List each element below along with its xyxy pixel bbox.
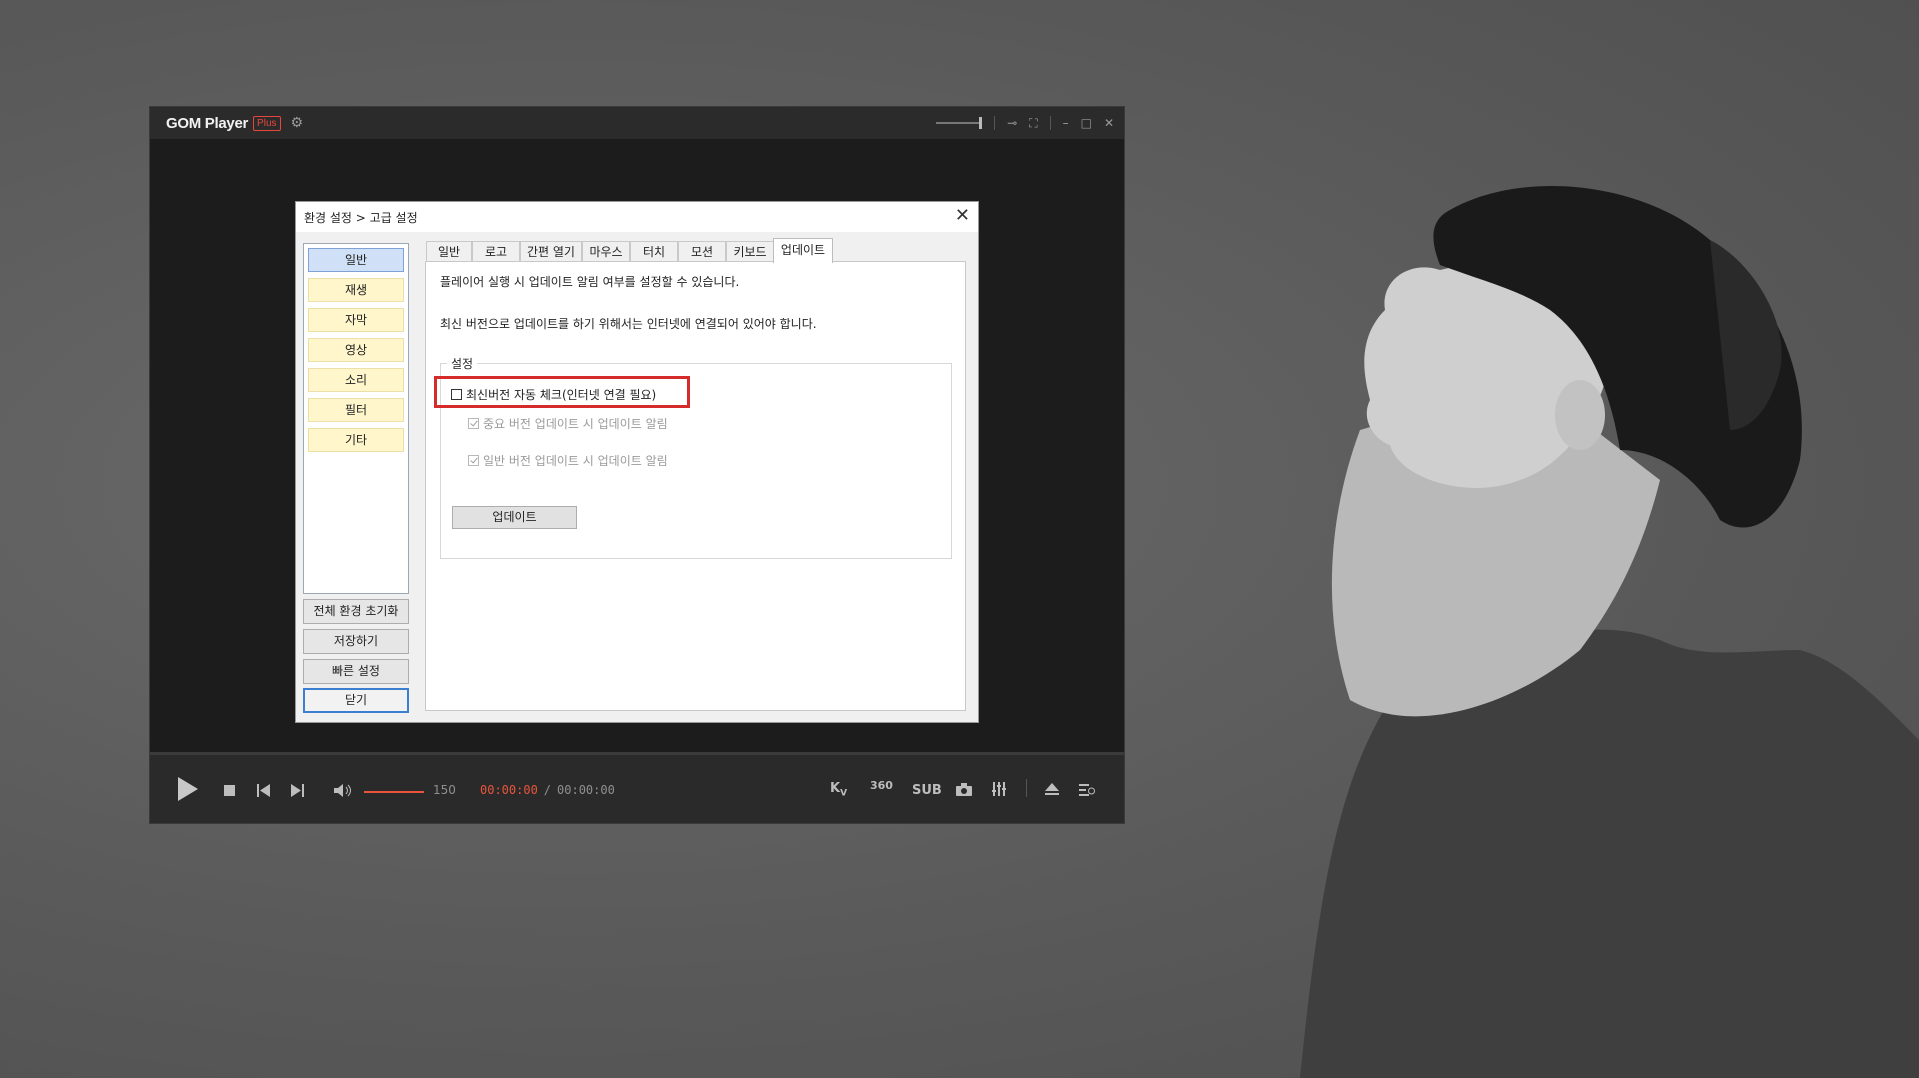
kv-icon[interactable]: KV bbox=[830, 781, 847, 799]
tab-update[interactable]: 업데이트 bbox=[773, 238, 833, 263]
reset-all-button[interactable]: 전체 환경 초기화 bbox=[303, 599, 409, 624]
category-playback[interactable]: 재생 bbox=[308, 278, 404, 302]
advanced-settings-dialog: 환경 설정 > 고급 설정 ✕ 일반 재생 자막 영상 소리 필터 기타 전체 … bbox=[295, 201, 979, 723]
important-update-checkbox[interactable] bbox=[468, 418, 479, 429]
previous-icon[interactable] bbox=[257, 784, 270, 797]
settings-category-list: 일반 재생 자막 영상 소리 필터 기타 bbox=[303, 243, 409, 594]
pin-icon[interactable]: ⊸ bbox=[1007, 116, 1017, 130]
volume-slider[interactable] bbox=[364, 791, 424, 793]
opacity-slider[interactable] bbox=[936, 117, 983, 129]
auto-check-label: 최신버전 자동 체크(인터넷 연결 필요) bbox=[466, 388, 657, 402]
dialog-titlebar[interactable]: 환경 설정 > 고급 설정 ✕ bbox=[296, 202, 978, 232]
time-display: 00:00:00 / 00:00:00 bbox=[480, 783, 615, 797]
general-update-label: 일반 버전 업데이트 시 업데이트 알림 bbox=[483, 454, 668, 468]
category-filter[interactable]: 필터 bbox=[308, 398, 404, 422]
category-audio[interactable]: 소리 bbox=[308, 368, 404, 392]
tab-logo[interactable]: 로고 bbox=[472, 241, 520, 262]
update-tab-page: 플레이어 실행 시 업데이트 알림 여부를 설정할 수 있습니다. 최신 버전으… bbox=[425, 261, 966, 711]
play-icon[interactable] bbox=[176, 776, 200, 802]
control-bar: 150 00:00:00 / 00:00:00 KV 360 SUB bbox=[150, 752, 1124, 823]
dialog-title: 환경 설정 > 고급 설정 bbox=[304, 210, 418, 225]
gom-player-logo: GOM Player bbox=[166, 114, 249, 132]
time-separator: / bbox=[543, 783, 552, 797]
tab-quick-open[interactable]: 간편 열기 bbox=[520, 241, 582, 262]
divider bbox=[1026, 779, 1027, 797]
auto-check-option[interactable]: 최신버전 자동 체크(인터넷 연결 필요) bbox=[451, 386, 656, 403]
eject-icon[interactable] bbox=[1045, 783, 1059, 796]
background-person-photo bbox=[1300, 186, 1919, 1078]
important-update-label: 중요 버전 업데이트 시 업데이트 알림 bbox=[483, 417, 668, 431]
divider bbox=[1049, 116, 1051, 130]
next-icon[interactable] bbox=[291, 784, 304, 797]
camera-icon[interactable] bbox=[956, 783, 972, 796]
divider bbox=[994, 116, 996, 130]
tab-mouse[interactable]: 마우스 bbox=[582, 241, 630, 262]
volume-value: 150 bbox=[433, 783, 456, 797]
settings-gear-icon[interactable]: ⚙ bbox=[291, 115, 304, 131]
vr-360-icon[interactable]: 360 bbox=[870, 779, 893, 792]
category-etc[interactable]: 기타 bbox=[308, 428, 404, 452]
tab-keyboard[interactable]: 키보드 bbox=[726, 241, 774, 262]
category-subtitles[interactable]: 자막 bbox=[308, 308, 404, 332]
tab-general[interactable]: 일반 bbox=[426, 241, 472, 262]
update-description: 플레이어 실행 시 업데이트 알림 여부를 설정할 수 있습니다. bbox=[440, 275, 740, 289]
save-button[interactable]: 저장하기 bbox=[303, 629, 409, 654]
total-time: 00:00:00 bbox=[557, 783, 615, 797]
internet-notice: 최신 버전으로 업데이트를 하기 위해서는 인터넷에 연결되어 있어야 합니다. bbox=[440, 317, 817, 331]
general-update-option[interactable]: 일반 버전 업데이트 시 업데이트 알림 bbox=[468, 452, 668, 469]
settings-group: 설정 최신버전 자동 체크(인터넷 연결 필요) 중요 버전 업데이트 시 업데… bbox=[434, 355, 952, 559]
subtitle-button[interactable]: SUB bbox=[912, 783, 942, 798]
category-video[interactable]: 영상 bbox=[308, 338, 404, 362]
group-label: 설정 bbox=[447, 355, 478, 372]
minimize-icon[interactable]: – bbox=[1063, 116, 1069, 130]
plus-badge: Plus bbox=[253, 115, 281, 131]
update-button[interactable]: 업데이트 bbox=[452, 506, 577, 529]
close-button[interactable]: 닫기 bbox=[303, 688, 409, 713]
equalizer-icon[interactable] bbox=[992, 782, 1006, 796]
playlist-icon[interactable] bbox=[1079, 784, 1095, 796]
volume-icon[interactable] bbox=[334, 783, 352, 798]
tab-motion[interactable]: 모션 bbox=[678, 241, 726, 262]
current-time: 00:00:00 bbox=[480, 783, 538, 797]
category-general[interactable]: 일반 bbox=[308, 248, 404, 272]
important-update-option[interactable]: 중요 버전 업데이트 시 업데이트 알림 bbox=[468, 415, 668, 432]
fullscreen-icon[interactable]: ⛶ bbox=[1029, 116, 1037, 131]
general-update-checkbox[interactable] bbox=[468, 455, 479, 466]
stop-icon[interactable] bbox=[224, 785, 235, 796]
quick-settings-button[interactable]: 빠른 설정 bbox=[303, 659, 409, 684]
close-icon[interactable]: ✕ bbox=[1104, 116, 1114, 130]
tab-touch[interactable]: 터치 bbox=[630, 241, 678, 262]
auto-check-checkbox[interactable] bbox=[451, 389, 462, 400]
maximize-icon[interactable]: □ bbox=[1081, 116, 1092, 130]
player-titlebar[interactable]: GOM Player Plus ⚙ ⊸ ⛶ – □ ✕ bbox=[150, 107, 1124, 139]
dialog-close-icon[interactable]: ✕ bbox=[955, 206, 970, 226]
